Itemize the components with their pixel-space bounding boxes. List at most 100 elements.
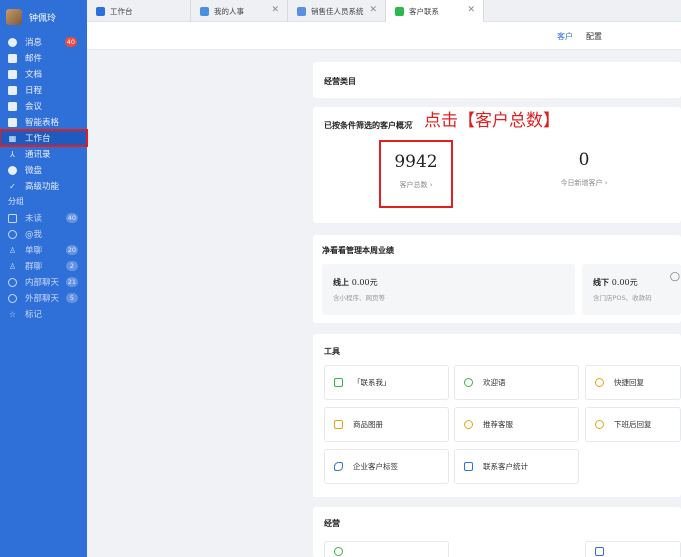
performance-title: 净看看管理本周业绩 [322, 246, 394, 255]
sub-header: 客户 配置 [87, 22, 681, 50]
stats-icon [464, 462, 473, 471]
group-item-internal-chat[interactable]: 内部聊天 21 [0, 274, 87, 290]
tool-label: 商品图册 [353, 420, 383, 429]
tool-recommend-service[interactable]: 推荐客服 [454, 407, 579, 442]
tool-label: 企业客户标签 [353, 462, 398, 471]
star-icon: ☆ [8, 309, 17, 319]
manage-item[interactable] [324, 541, 449, 557]
online-sub: 含小程序、网页等 [333, 294, 385, 302]
nav-item-docs[interactable]: 文档 [0, 66, 87, 82]
tab-my-hr[interactable]: 我的人事 ✕ [191, 0, 288, 22]
at-icon [8, 229, 17, 239]
group-label: 群聊 [25, 262, 43, 272]
weekly-performance-card: 净看看管理本周业绩 线上 0.00元 含小程序、网页等 线下 0.00元 含门店… [313, 235, 681, 323]
external-chat-icon [8, 293, 17, 303]
tool-after-hours-reply[interactable]: 下班后回复 [585, 407, 681, 442]
video-icon [8, 101, 17, 111]
nav-item-meeting[interactable]: 会议 [0, 98, 87, 114]
tool-product-album[interactable]: 商品图册 [324, 407, 449, 442]
tab-customers[interactable]: 客户 [557, 31, 573, 42]
operating-category-card: 经营类目 [313, 62, 681, 98]
star-icon: ✓ [9, 181, 16, 191]
tool-contact-me[interactable]: 「联系我」 [324, 365, 449, 400]
nav-item-calendar[interactable]: 日程 [0, 82, 87, 98]
nav-item-messages[interactable]: 消息 40 [0, 34, 87, 50]
group-item-starred[interactable]: ☆ 标记 [0, 306, 87, 322]
nav-label: 高级功能 [25, 182, 60, 192]
nav-label: 文档 [25, 70, 43, 80]
total-customers-box[interactable]: 9942 客户总数 › [379, 140, 453, 208]
nav-item-mail[interactable]: 邮件 [0, 50, 87, 66]
count-badge: 40 [65, 213, 78, 223]
mail-icon [8, 53, 17, 63]
group-label: 内部聊天 [25, 278, 60, 288]
manage-item[interactable] [585, 541, 681, 557]
online-performance[interactable]: 线上 0.00元 含小程序、网页等 [322, 264, 575, 315]
tab-sales-system[interactable]: 销售佳人员系统 ✕ [288, 0, 386, 22]
sidebar: 钟佩玲 消息 40 邮件 文档 日程 会议 智能表格 ▦ 工作台 ⅄ 通讯录 微盘 ✓… [0, 0, 88, 557]
person-icon [200, 6, 209, 16]
calendar-icon [8, 85, 17, 95]
moon-icon [595, 420, 604, 429]
tool-welcome-message[interactable]: 欢迎语 [454, 365, 579, 400]
tool-customer-stats[interactable]: 联系客户统计 [454, 449, 579, 484]
group-item-unread[interactable]: 未读 40 [0, 210, 87, 226]
avatar[interactable] [6, 9, 22, 25]
album-icon [334, 420, 343, 429]
user-profile[interactable]: 钟佩玲 [0, 0, 87, 34]
close-icon[interactable]: ✕ [467, 5, 475, 15]
nav-item-drive[interactable]: 微盘 [0, 162, 87, 178]
people-icon: ♙ [8, 261, 17, 271]
nav-item-smart-table[interactable]: 智能表格 [0, 114, 87, 130]
chat-icon [8, 37, 17, 47]
close-icon[interactable]: ✕ [271, 5, 279, 15]
tool-label: 「联系我」 [353, 378, 391, 387]
contacts-icon: ⅄ [10, 149, 15, 159]
group-item-external-chat[interactable]: 外部聊天 5 [0, 290, 87, 306]
unread-icon [8, 213, 17, 223]
tool-label: 联系客户统计 [483, 462, 528, 471]
group-item-mentions[interactable]: @我 [0, 226, 87, 242]
tab-customer-contact[interactable]: 客户联系 ✕ [386, 0, 484, 22]
main-nav: 消息 40 邮件 文档 日程 会议 智能表格 ▦ 工作台 ⅄ 通讯录 微盘 ✓ 高级功能 [0, 34, 88, 194]
tools-title: 工具 [324, 347, 340, 356]
count-badge: 21 [65, 277, 78, 287]
qr-icon [334, 378, 343, 387]
nav-label: 日程 [25, 86, 43, 96]
welcome-icon [464, 378, 473, 387]
tools-card: 工具 「联系我」 欢迎语 快捷回复 商品图册 推荐客服 下班后回复 企业客户标签… [313, 334, 681, 497]
tag-icon [334, 462, 343, 471]
manage-card: 经营 [313, 507, 681, 557]
new-customers-box[interactable]: 0 今日新增客户 › [547, 140, 621, 208]
tool-customer-tags[interactable]: 企业客户标签 [324, 449, 449, 484]
group-section-label: 分组 [8, 197, 24, 206]
offline-sub: 含门店POS、收款码 [593, 294, 652, 302]
nav-label: 智能表格 [25, 118, 60, 128]
nav-item-advanced[interactable]: ✓ 高级功能 [0, 178, 87, 194]
manage-icon [334, 546, 343, 556]
tab-workbench[interactable]: 工作台 [87, 0, 191, 22]
tool-quick-reply[interactable]: 快捷回复 [585, 365, 681, 400]
nav-item-workbench[interactable]: ▦ 工作台 [0, 129, 88, 147]
tab-label: 客户联系 [409, 6, 439, 16]
group-item-single-chat[interactable]: ♙ 单聊 20 [0, 242, 87, 258]
count-badge: 2 [66, 261, 78, 271]
more-icon[interactable]: ◯ [670, 272, 680, 282]
tab-config[interactable]: 配置 [586, 31, 602, 42]
nav-item-contacts[interactable]: ⅄ 通讯录 [0, 146, 87, 162]
grid-icon: ▦ [8, 133, 17, 143]
tool-label: 推荐客服 [483, 420, 513, 429]
unread-badge: 40 [64, 37, 77, 47]
group-item-group-chat[interactable]: ♙ 群聊 2 [0, 258, 87, 274]
filter-icon[interactable]: ▽ [407, 119, 413, 128]
group-label: 单聊 [25, 246, 43, 256]
group-nav: 未读 40 @我 ♙ 单聊 20 ♙ 群聊 2 内部聊天 21 外部聊天 5 ☆ 标记 [0, 210, 87, 322]
manage-title: 经营 [324, 519, 340, 528]
close-icon[interactable]: ✕ [369, 5, 377, 15]
offline-performance[interactable]: 线下 0.00元 含门店POS、收款码 ◯ [582, 264, 681, 315]
reply-icon [595, 378, 604, 387]
nav-label: 消息 [25, 38, 43, 48]
table-icon [8, 117, 17, 127]
total-customers-value: 9942 [394, 152, 438, 172]
manage-icon [595, 546, 604, 556]
